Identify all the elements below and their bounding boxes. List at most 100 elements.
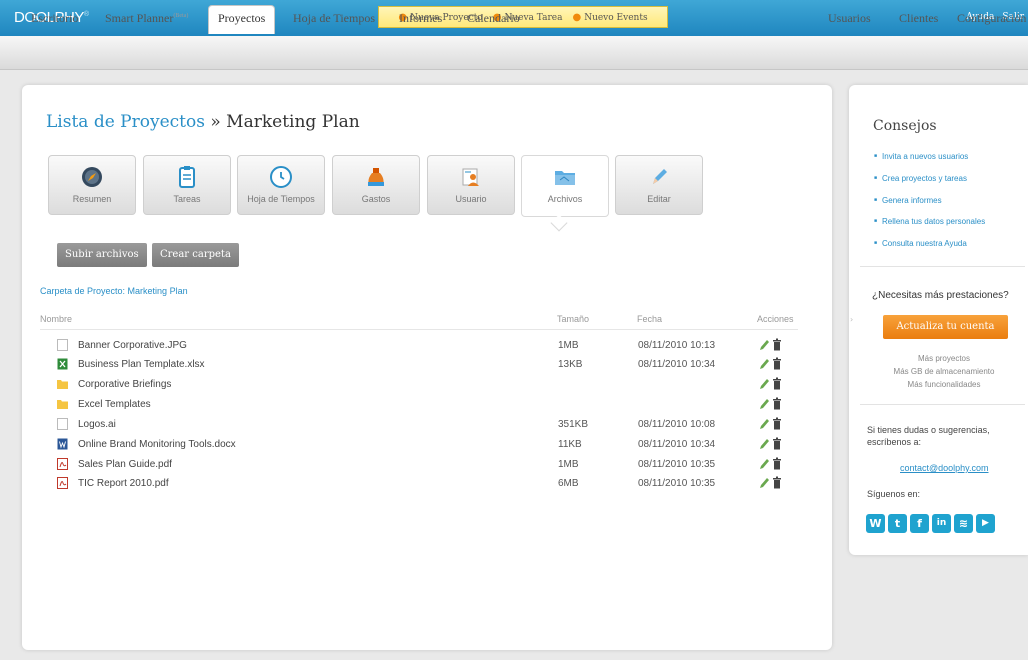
nav-proyectos[interactable]: Proyectos [208, 5, 276, 34]
sidebar-title: Consejos [873, 118, 937, 134]
edit-icon[interactable] [758, 476, 770, 489]
folder-icon [555, 171, 575, 185]
file-name[interactable]: Online Brand Monitoring Tools.docx [78, 439, 236, 450]
tip-help[interactable]: Consulta nuestra Ayuda [874, 239, 967, 248]
tab-hoja-de-tiempos[interactable]: Hoja de Tiempos [237, 155, 325, 215]
perk-storage: Más GB de almacenamiento [893, 367, 995, 376]
trash-icon[interactable] [772, 397, 782, 410]
folder-path-link[interactable]: Carpeta de Proyecto: Marketing Plan [40, 286, 188, 296]
questions-text: Si tienes dudas o sugerencias, escríbeno… [867, 425, 990, 447]
file-date: 08/11/2010 10:13 [638, 340, 716, 351]
nav-escritorio[interactable]: Escritorio [31, 11, 78, 26]
file-name[interactable]: Logos.ai [78, 419, 116, 430]
trash-icon[interactable] [772, 417, 782, 430]
tip-reports[interactable]: Genera informes [874, 196, 942, 205]
tip-create-projects[interactable]: Crea proyectos y tareas [874, 174, 967, 183]
excel-file-icon [57, 358, 68, 370]
trash-icon[interactable] [772, 476, 782, 489]
clipboard-icon [179, 166, 195, 188]
table-row[interactable]: Logos.ai 351KB 08/11/2010 10:08 [40, 415, 800, 435]
nav-informes[interactable]: Informes [399, 11, 442, 26]
nav-usuarios[interactable]: Usuarios [828, 11, 871, 26]
file-date: 08/11/2010 10:35 [638, 478, 716, 489]
contact-email-link[interactable]: contact@doolphy.com [900, 463, 989, 473]
table-row[interactable]: Corporative Briefings [40, 375, 800, 395]
follow-us-label: Síguenos en: [867, 489, 921, 499]
folder-icon [57, 380, 68, 389]
nav-hoja-de-tiempos[interactable]: Hoja de Tiempos [293, 11, 375, 26]
rss-icon[interactable]: ≋ [954, 514, 973, 533]
edit-icon[interactable] [758, 457, 770, 470]
nav-calendario[interactable]: Calendario [467, 11, 520, 26]
edit-icon[interactable] [758, 437, 770, 450]
perk-projects: Más proyectos [917, 354, 971, 363]
edit-icon[interactable] [758, 397, 770, 410]
clock-icon [270, 166, 292, 188]
tab-usuario[interactable]: Usuario [427, 155, 515, 215]
users-icon [462, 168, 479, 186]
nav-configuracion[interactable]: Configuración [957, 11, 1026, 26]
youtube-icon[interactable]: ▶ [976, 514, 995, 533]
nav-clientes[interactable]: Clientes [899, 11, 938, 26]
file-size: 13KB [558, 359, 583, 370]
table-row[interactable]: TIC Report 2010.pdf 6MB 08/11/2010 10:35 [40, 474, 800, 494]
project-name: Marketing Plan [226, 112, 360, 132]
create-folder-button[interactable]: Crear carpeta [152, 243, 239, 267]
table-row[interactable]: Sales Plan Guide.pdf 1MB 08/11/2010 10:3… [40, 455, 800, 475]
tab-archivos[interactable]: Archivos [521, 155, 609, 217]
need-more-heading: ¿Necesitas más prestaciones? [872, 290, 1009, 301]
tip-invite-users[interactable]: Invita a nuevos usuarios [874, 152, 968, 161]
twitter-icon[interactable]: t [888, 514, 907, 533]
file-date: 08/11/2010 10:08 [638, 419, 716, 430]
tab-tareas[interactable]: Tareas [143, 155, 231, 215]
edit-icon[interactable] [758, 357, 770, 370]
trash-icon[interactable] [772, 457, 782, 470]
column-header-size[interactable]: Tamaño [557, 314, 589, 324]
file-name[interactable]: Business Plan Template.xlsx [78, 359, 205, 370]
word-file-icon [57, 438, 68, 450]
edit-icon[interactable] [758, 377, 770, 390]
nav-smart-planner[interactable]: Smart Planner(Beta) [105, 11, 188, 26]
new-event-link[interactable]: ● Nuevo Events [572, 12, 647, 23]
trash-icon[interactable] [772, 377, 782, 390]
table-row[interactable]: Excel Templates [40, 395, 800, 415]
edit-icon[interactable] [758, 338, 770, 351]
sidebar-divider [860, 266, 1025, 267]
pdf-file-icon [57, 477, 68, 489]
file-name[interactable]: Sales Plan Guide.pdf [78, 459, 172, 470]
table-row[interactable]: Banner Corporative.JPG 1MB 08/11/2010 10… [40, 336, 800, 356]
file-size: 1MB [558, 340, 579, 351]
tab-editar[interactable]: Editar [615, 155, 703, 215]
file-date: 08/11/2010 10:35 [638, 459, 716, 470]
collapse-sidebar-icon[interactable]: › [850, 315, 853, 324]
project-list-link[interactable]: Lista de Proyectos [46, 112, 205, 132]
folder-name[interactable]: Excel Templates [78, 399, 151, 410]
file-date: 08/11/2010 10:34 [638, 359, 716, 370]
trash-icon[interactable] [772, 338, 782, 351]
tip-personal-data[interactable]: Rellena tus datos personales [874, 217, 985, 226]
folder-name[interactable]: Corporative Briefings [78, 379, 171, 390]
trash-icon[interactable] [772, 357, 782, 370]
column-header-name[interactable]: Nombre [40, 314, 72, 324]
upload-files-button[interactable]: Subir archivos [57, 243, 147, 267]
perk-features: Más funcionalidades [907, 380, 981, 389]
file-name[interactable]: TIC Report 2010.pdf [78, 478, 169, 489]
file-name[interactable]: Banner Corporative.JPG [78, 340, 187, 351]
table-divider [40, 329, 798, 330]
tab-gastos[interactable]: Gastos [332, 155, 420, 215]
upgrade-account-button[interactable]: Actualiza tu cuenta [883, 315, 1008, 339]
wordpress-icon[interactable]: W [866, 514, 885, 533]
sidebar-divider [860, 404, 1025, 405]
table-row[interactable]: Online Brand Monitoring Tools.docx 11KB … [40, 435, 800, 455]
column-header-date[interactable]: Fecha [637, 314, 662, 324]
tab-resumen[interactable]: Resumen [48, 155, 136, 215]
table-row[interactable]: Business Plan Template.xlsx 13KB 08/11/2… [40, 355, 800, 375]
file-size: 1MB [558, 459, 579, 470]
file-size: 6MB [558, 478, 579, 489]
column-header-actions: Acciones [757, 314, 794, 324]
image-file-icon [57, 339, 68, 351]
facebook-icon[interactable]: f [910, 514, 929, 533]
edit-icon[interactable] [758, 417, 770, 430]
trash-icon[interactable] [772, 437, 782, 450]
linkedin-icon[interactable]: in [932, 514, 951, 533]
